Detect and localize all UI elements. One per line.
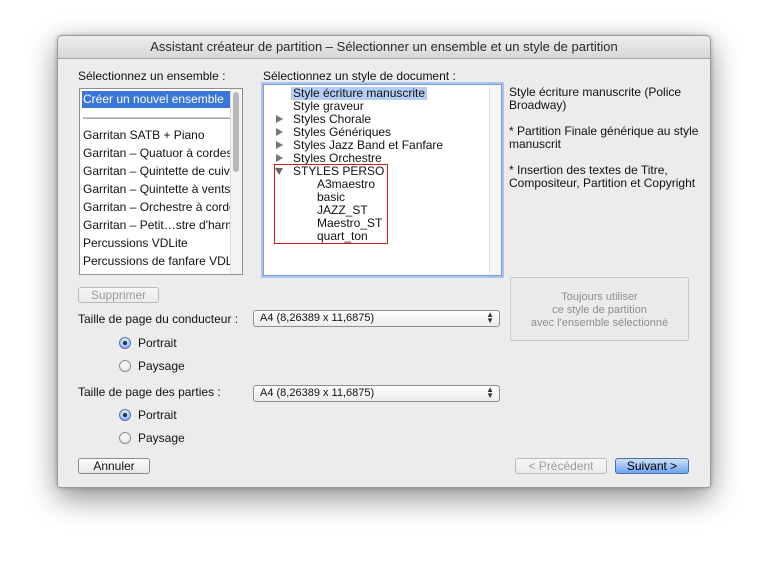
- wizard-window: Assistant créateur de partition – Sélect…: [57, 35, 711, 488]
- conductor-size-select[interactable]: A4 (8,26389 x 11,6875) ▲ ▼: [253, 310, 500, 327]
- disclosure-triangle-icon[interactable]: [276, 141, 283, 149]
- always-use-line: avec l'ensemble sélectionné: [530, 317, 669, 329]
- window-title: Assistant créateur de partition – Sélect…: [58, 36, 710, 59]
- parts-landscape-radio[interactable]: [119, 432, 131, 444]
- conductor-portrait-radio[interactable]: [119, 337, 131, 349]
- parts-landscape-label[interactable]: Paysage: [138, 431, 185, 445]
- list-item[interactable]: Percussions de fanfare VDLite: [82, 253, 233, 270]
- list-item[interactable]: Garritan – Quatuor à cordes: [82, 145, 233, 162]
- style-description-line: * Insertion des textes de Titre, Composi…: [509, 163, 696, 190]
- style-scrollbar[interactable]: [489, 85, 501, 275]
- conductor-size-value: A4 (8,26389 x 11,6875): [260, 312, 375, 324]
- document-style-label: Sélectionnez un style de document :: [263, 69, 456, 83]
- list-item[interactable]: Garritan – Petit…stre d'harmonie: [82, 217, 233, 234]
- parts-portrait-radio[interactable]: [119, 409, 131, 421]
- always-use-line: Toujours utiliser: [561, 291, 638, 303]
- style-description-line: * Partition Finale générique au style ma…: [509, 124, 699, 151]
- ensemble-list[interactable]: Créer un nouvel ensemble —————————————— …: [79, 88, 243, 275]
- disclosure-triangle-icon[interactable]: [276, 154, 283, 162]
- ensemble-scrollbar[interactable]: [230, 89, 242, 274]
- conductor-size-label: Taille de page du conducteur :: [78, 312, 239, 326]
- previous-button[interactable]: < Précédent: [515, 458, 607, 474]
- list-item[interactable]: Garritan – Quintette à vents: [82, 181, 233, 198]
- updown-arrows-icon: ▲ ▼: [486, 385, 494, 400]
- parts-size-select[interactable]: A4 (8,26389 x 11,6875) ▲ ▼: [253, 385, 500, 402]
- list-item[interactable]: Garritan – Quintette de cuivres: [82, 163, 233, 180]
- list-item[interactable]: Percussions VDLite: [82, 235, 233, 252]
- conductor-landscape-radio[interactable]: [119, 360, 131, 372]
- conductor-portrait-label[interactable]: Portrait: [138, 336, 177, 350]
- always-use-line: ce style de partition: [552, 304, 647, 316]
- always-use-style-button[interactable]: Toujours utiliser ce style de partition …: [510, 277, 689, 341]
- disclosure-triangle-icon[interactable]: [276, 128, 283, 136]
- style-description-title: Style écriture manuscrite (Police Broadw…: [509, 85, 682, 112]
- disclosure-triangle-icon[interactable]: [276, 115, 283, 123]
- updown-arrows-icon: ▲ ▼: [486, 310, 494, 325]
- disclosure-triangle-open-icon[interactable]: [275, 168, 283, 175]
- list-item[interactable]: Garritan SATB + Piano: [82, 127, 233, 144]
- parts-size-label: Taille de page des parties :: [78, 385, 221, 399]
- ensemble-scroll-thumb[interactable]: [233, 92, 239, 172]
- cancel-button[interactable]: Annuler: [78, 458, 150, 474]
- delete-button[interactable]: Supprimer: [78, 287, 159, 303]
- document-style-tree[interactable]: Style écriture manuscrite Style graveur …: [263, 84, 502, 276]
- style-item-quart-ton[interactable]: quart_ton: [317, 230, 368, 243]
- list-item[interactable]: Garritan – Orchestre à cordes: [82, 199, 233, 216]
- next-button[interactable]: Suivant >: [615, 458, 689, 474]
- ensemble-item-new[interactable]: Créer un nouvel ensemble: [82, 91, 230, 108]
- parts-portrait-label[interactable]: Portrait: [138, 408, 177, 422]
- ensemble-label: Sélectionnez un ensemble :: [78, 69, 226, 83]
- ensemble-separator: ——————————————: [83, 110, 233, 124]
- conductor-landscape-label[interactable]: Paysage: [138, 359, 185, 373]
- parts-size-value: A4 (8,26389 x 11,6875): [260, 387, 375, 399]
